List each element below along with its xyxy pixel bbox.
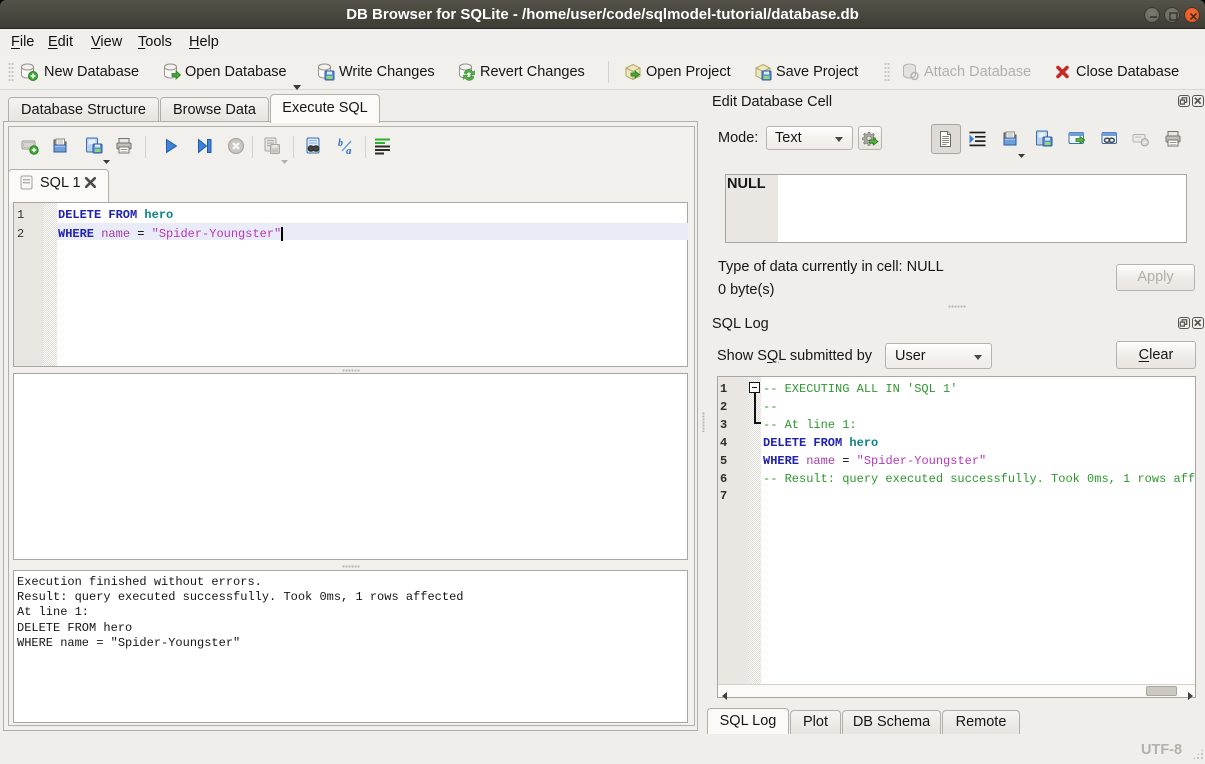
svg-text:b: b	[338, 138, 343, 149]
